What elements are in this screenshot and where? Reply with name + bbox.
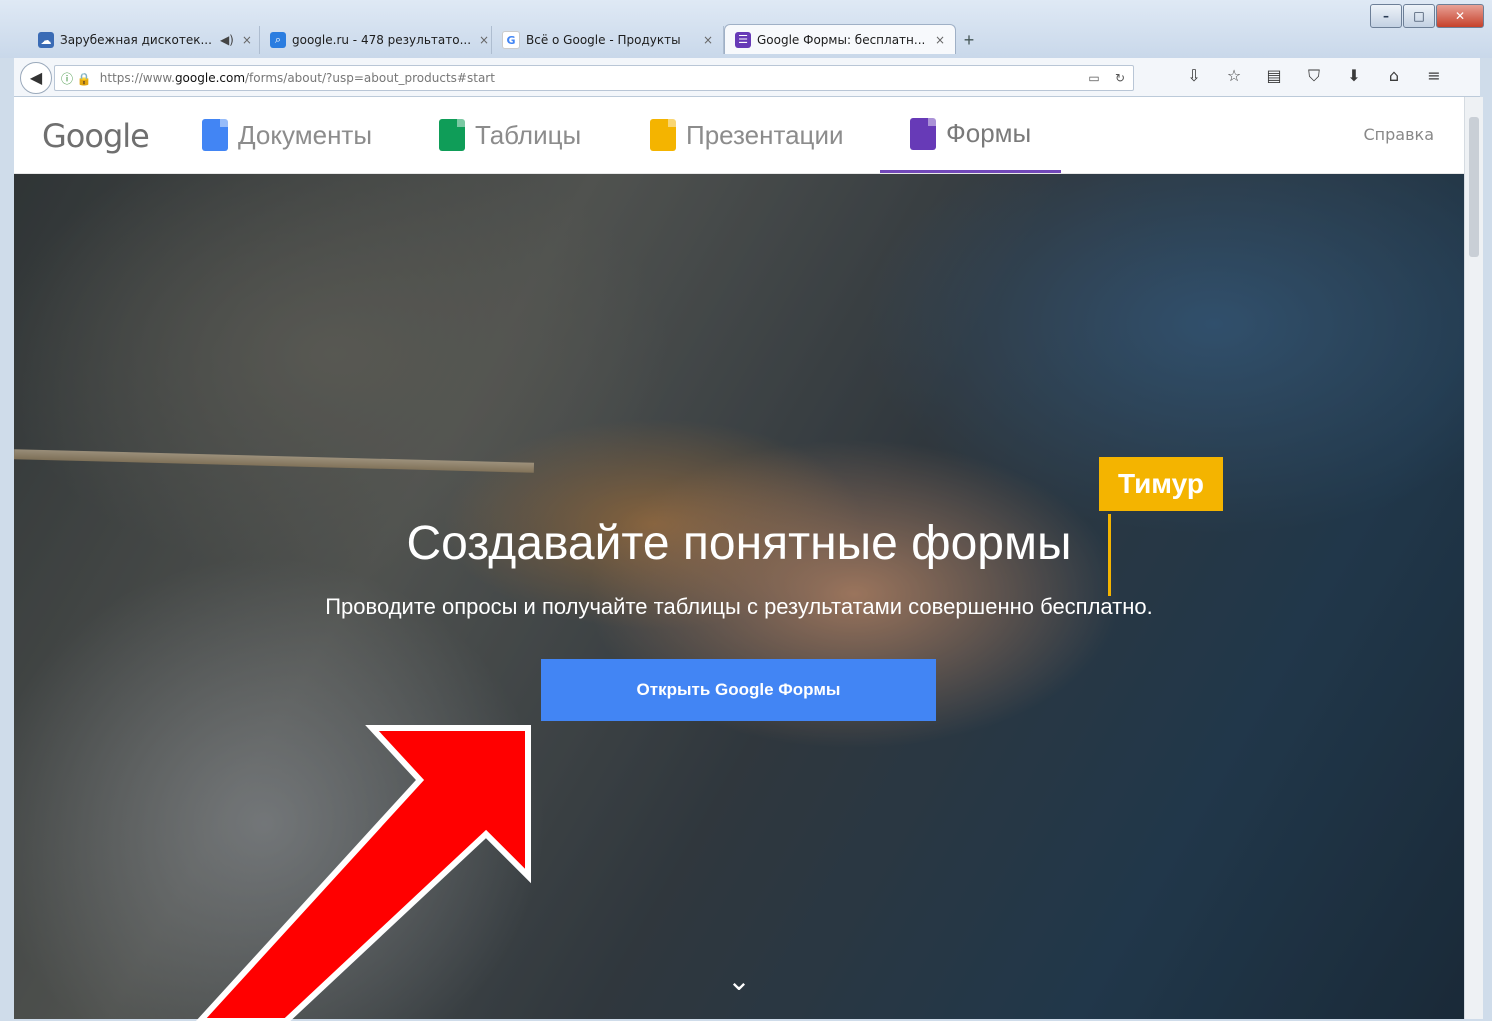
nav-slides-label: Презентации [686, 119, 844, 150]
nav-sheets[interactable]: Таблицы [439, 97, 581, 173]
nav-forms[interactable]: Формы [880, 97, 1062, 173]
sheets-icon [439, 119, 465, 151]
back-button[interactable]: ◀ [20, 62, 52, 94]
tab-label: Всё о Google - Продукты [526, 33, 681, 47]
reload-icon[interactable]: ↻ [1107, 71, 1133, 85]
home-icon[interactable]: ⌂ [1374, 66, 1414, 86]
collaborator-cursor [1108, 514, 1111, 596]
slides-icon [650, 119, 676, 151]
nav-sheets-label: Таблицы [475, 119, 582, 150]
minimize-button[interactable]: – [1370, 4, 1402, 28]
close-tab-icon[interactable]: × [695, 33, 713, 47]
scroll-down-icon[interactable]: ⌄ [726, 964, 752, 997]
web-page: Google Документы Таблицы Презентации Фор… [14, 97, 1464, 1019]
tab-google-forms[interactable]: ☰ Google Формы: бесплатн... × [724, 24, 956, 54]
bookmark-star-icon[interactable]: ☆ [1214, 66, 1254, 86]
reader-icon[interactable]: ▭ [1081, 71, 1107, 85]
hero-subtitle: Проводите опросы и получайте таблицы с р… [325, 594, 1153, 619]
tab-label: google.ru - 478 результато... [292, 33, 472, 47]
forms-icon: ☰ [735, 31, 751, 48]
docs-icon [202, 119, 228, 151]
downloads-icon[interactable]: ⬇ [1334, 66, 1374, 86]
collaborator-name-tag: Тимур [1099, 457, 1223, 511]
url-path: /forms/about/?usp=about_products#start [245, 71, 495, 85]
forms-icon [910, 117, 936, 150]
pocket-icon[interactable]: ⛉ [1294, 66, 1334, 86]
page-scrollbar[interactable] [1464, 97, 1483, 1019]
google-g-icon: G [502, 31, 520, 49]
new-tab-button[interactable]: + [956, 26, 982, 54]
tab-label: Google Формы: бесплатн... [757, 32, 926, 47]
title-bar: – □ ✕ ☁ Зарубежная дискотек... ◀) × ⌕ go… [0, 0, 1492, 58]
open-google-forms-button[interactable]: Открыть Google Формы [541, 659, 936, 721]
scrollbar-thumb[interactable] [1469, 117, 1479, 257]
tab-google-products[interactable]: G Всё о Google - Продукты × [492, 26, 724, 54]
bookmarks-list-icon[interactable]: ▤ [1254, 66, 1294, 86]
close-tab-icon[interactable]: × [927, 33, 945, 47]
close-tab-icon[interactable]: × [234, 33, 252, 47]
cloud-icon: ☁ [38, 32, 54, 48]
nav-docs-label: Документы [238, 119, 373, 150]
search-icon: ⌕ [270, 32, 286, 48]
nav-slides[interactable]: Презентации [650, 97, 844, 173]
maximize-button[interactable]: □ [1403, 4, 1435, 28]
help-link[interactable]: Справка [1364, 125, 1435, 144]
tab-disco[interactable]: ☁ Зарубежная дискотек... ◀) × [28, 26, 260, 54]
google-logo[interactable]: Google [42, 117, 150, 155]
menu-icon[interactable]: ≡ [1414, 66, 1454, 86]
hero-headline: Создавайте понятные формы [406, 517, 1072, 570]
nav-docs[interactable]: Документы [202, 97, 372, 173]
url-host: google.com [174, 71, 246, 85]
address-bar[interactable]: ⓘ 🔒 https://www. google.com /forms/about… [54, 65, 1134, 91]
speaker-icon[interactable]: ◀) [220, 33, 234, 47]
nav-forms-label: Формы [946, 118, 1032, 148]
google-header: Google Документы Таблицы Презентации Фор… [14, 97, 1464, 174]
tab-strip: ☁ Зарубежная дискотек... ◀) × ⌕ google.r… [28, 24, 982, 54]
lock-icon: ⓘ 🔒 [61, 71, 92, 86]
close-window-button[interactable]: ✕ [1436, 4, 1484, 28]
close-tab-icon[interactable]: × [471, 33, 489, 47]
download-icon[interactable]: ⇩ [1174, 66, 1214, 86]
url-prefix: https://www. [99, 71, 175, 85]
toolbar-icons: ⇩ ☆ ▤ ⛉ ⬇ ⌂ ≡ [1174, 66, 1454, 86]
navigation-bar: ◀ ⓘ 🔒 https://www. google.com /forms/abo… [14, 58, 1480, 97]
back-arrow-icon: ◀ [29, 70, 43, 87]
window-controls: – □ ✕ [1369, 4, 1484, 28]
tab-google-search[interactable]: ⌕ google.ru - 478 результато... × [260, 26, 492, 54]
hero-section: Создавайте понятные формы Проводите опро… [14, 174, 1464, 1019]
tab-label: Зарубежная дискотек... [60, 33, 212, 47]
